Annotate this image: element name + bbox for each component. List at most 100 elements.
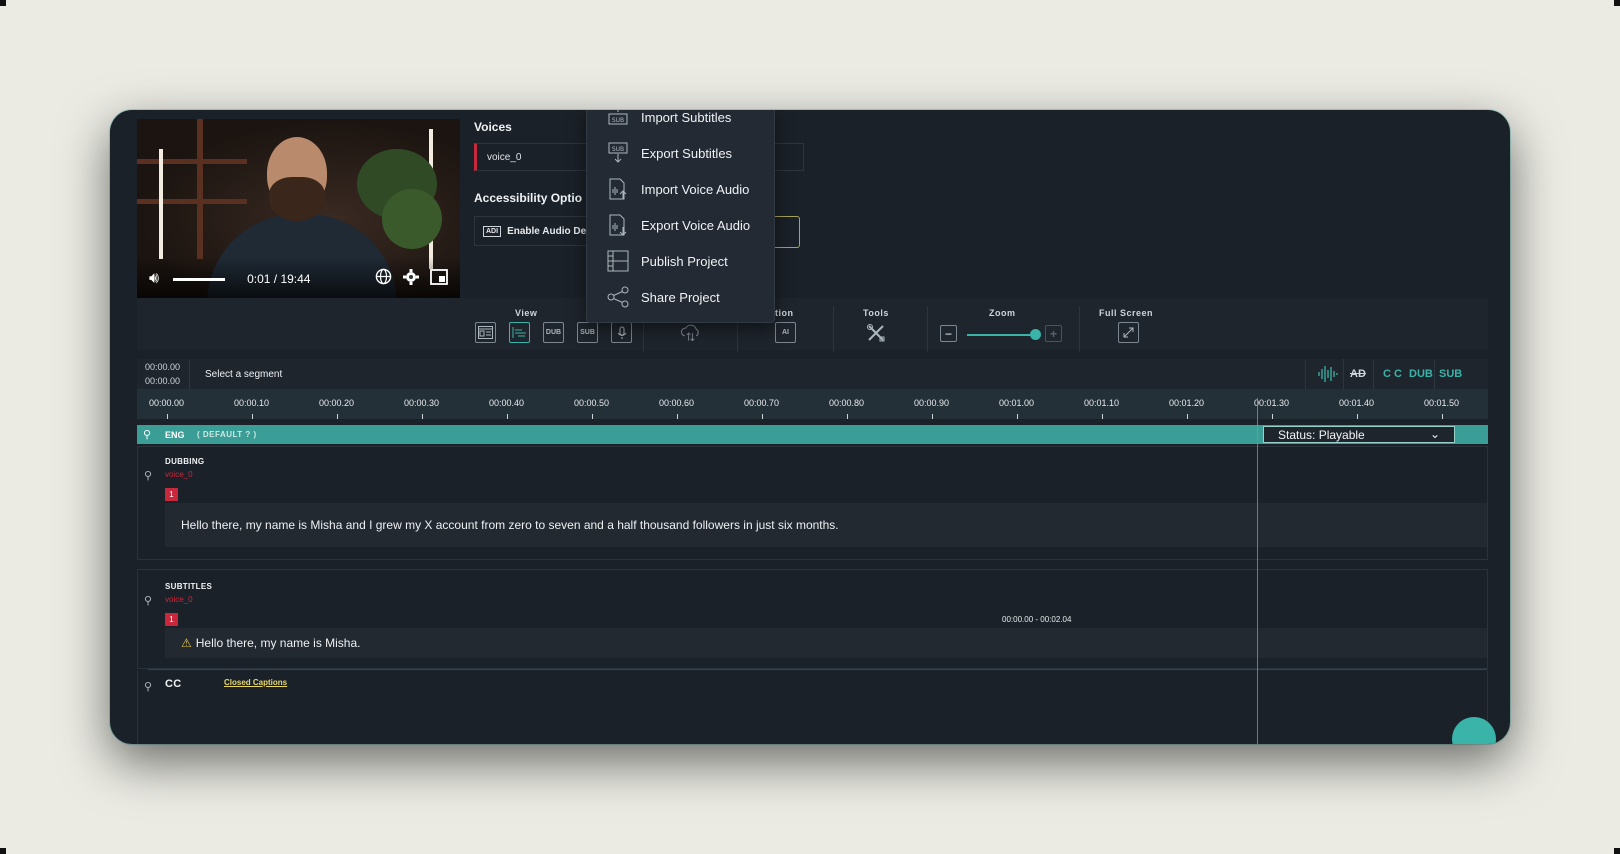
menu-item-share-project[interactable]: Share Project xyxy=(587,279,774,315)
audio-description-mode-button[interactable]: AD xyxy=(1350,368,1366,380)
menu-item-import-voice-audio[interactable]: Import Voice Audio xyxy=(587,171,774,207)
pin-icon[interactable]: ⚲ xyxy=(144,594,152,607)
volume-icon[interactable]: 🔊︎ xyxy=(149,270,159,288)
audio-description-icon: ADI xyxy=(483,225,502,237)
ruler-tick-label: 00:00.40 xyxy=(489,398,525,408)
cloud-sync-icon[interactable] xyxy=(680,322,701,343)
chevron-down-icon: ⌄ xyxy=(1429,427,1440,441)
timeline-view-icon[interactable] xyxy=(509,322,530,343)
toolbar-divider xyxy=(833,306,834,352)
dub-view-icon[interactable]: DUB xyxy=(543,322,564,343)
share-icon xyxy=(607,286,629,308)
fullscreen-label: Full Screen xyxy=(1099,308,1154,318)
segment-time-range: 00:00.00 - 00:02.04 xyxy=(1002,615,1072,624)
globe-icon[interactable] xyxy=(375,268,392,290)
corner-mark xyxy=(0,848,6,854)
menu-item-import-subtitles[interactable]: SUB Import Subtitles xyxy=(587,110,774,135)
timeline-ruler[interactable]: 00:00.00 00:00.10 00:00.20 00:00.30 00:00.40… xyxy=(137,389,1488,419)
menu-item-label: Export Voice Audio xyxy=(641,217,751,233)
export-voice-audio-icon xyxy=(609,214,627,236)
toolbar: View DUB SUB mation AI Tools Zoom − + Fu… xyxy=(137,298,1488,352)
corner-mark xyxy=(0,0,6,6)
pin-icon[interactable]: ⚲ xyxy=(144,680,152,693)
select-segment-label: Select a segment xyxy=(205,369,283,380)
sub-view-icon[interactable]: SUB xyxy=(577,322,598,343)
pin-icon[interactable]: ⚲ xyxy=(143,428,151,441)
divider xyxy=(1373,359,1374,389)
status-select[interactable]: Status: Playable ⌄ xyxy=(1263,426,1455,443)
ruler-tick-label: 00:00.30 xyxy=(404,398,440,408)
ruler-tick-label: 00:00.70 xyxy=(744,398,780,408)
tools-label: Tools xyxy=(863,308,889,318)
view-label: View xyxy=(515,308,538,318)
ruler-tick-label: 00:01.30 xyxy=(1254,398,1290,408)
sub-mode-button[interactable]: SUB xyxy=(1439,368,1462,380)
playhead[interactable] xyxy=(1257,398,1258,744)
menu-item-label: Export Subtitles xyxy=(641,145,733,161)
pin-icon[interactable]: ⚲ xyxy=(144,469,152,482)
ruler-tick-mark xyxy=(1187,414,1188,419)
segment-end-time: 00:00.00 xyxy=(145,376,181,386)
ai-icon[interactable]: AI xyxy=(775,322,796,343)
segment-start-time: 00:00.00 xyxy=(145,362,181,372)
publish-project-icon xyxy=(607,250,629,272)
ruler-tick-label: 00:00.20 xyxy=(319,398,355,408)
divider xyxy=(1305,359,1306,389)
zoom-label: Zoom xyxy=(989,308,1016,318)
subtitle-text: Hello there, my name is Misha. xyxy=(195,636,361,650)
ruler-tick-mark xyxy=(1442,414,1443,419)
default-language-badge: ( DEFAULT ? ) xyxy=(197,430,257,439)
dubbing-segment-text[interactable]: Hello there, my name is Misha and I grew… xyxy=(165,503,1487,547)
tools-icon[interactable] xyxy=(865,322,886,343)
menu-item-publish-project[interactable]: Publish Project xyxy=(587,243,774,279)
zoom-slider-handle[interactable] xyxy=(1030,329,1041,340)
volume-slider[interactable] xyxy=(173,277,226,281)
layout-view-icon[interactable] xyxy=(475,322,496,343)
waveform-icon[interactable] xyxy=(1317,365,1339,386)
ruler-tick-label: 00:01.50 xyxy=(1424,398,1460,408)
menu-item-export-subtitles[interactable]: SUB Export Subtitles xyxy=(587,135,774,171)
fullscreen-icon[interactable] xyxy=(1118,322,1139,343)
ruler-tick-mark xyxy=(507,414,508,419)
miniplayer-icon[interactable] xyxy=(430,268,448,290)
ruler-tick-mark xyxy=(167,414,168,419)
corner-mark xyxy=(1614,848,1620,854)
ruler-tick-mark xyxy=(1272,414,1273,419)
shelf-post xyxy=(197,119,203,259)
import-subtitles-icon: SUB xyxy=(608,110,628,125)
menu-item-export-voice-audio[interactable]: Export Voice Audio xyxy=(587,207,774,243)
zoom-out-button[interactable]: − xyxy=(940,325,957,342)
ruler-tick-label: 00:01.40 xyxy=(1339,398,1375,408)
settings-icon[interactable] xyxy=(402,268,420,291)
segment-bar: 00:00.00 00:00.00 Select a segment AD C … xyxy=(137,359,1488,389)
track-title: SUBTITLES xyxy=(165,582,213,591)
zoom-in-button[interactable]: + xyxy=(1045,325,1062,342)
ruler-tick-label: 00:00.80 xyxy=(829,398,865,408)
svg-text:SUB: SUB xyxy=(612,117,624,124)
status-value: Status: Playable xyxy=(1278,428,1365,442)
divider xyxy=(189,359,190,389)
segment-number-badge[interactable]: 1 xyxy=(165,613,178,626)
ruler-tick-mark xyxy=(1102,414,1103,419)
subtitle-segment-text[interactable]: ⚠ Hello there, my name is Misha. xyxy=(165,628,1487,658)
accessibility-heading: Accessibility Optio xyxy=(474,191,583,205)
video-time: 0:01 / 19:44 xyxy=(247,272,311,286)
ruler-tick-label: 00:01.20 xyxy=(1169,398,1205,408)
ruler-tick-mark xyxy=(422,414,423,419)
language-bar: ⚲ ENG ( DEFAULT ? ) Status: Playable ⌄ xyxy=(137,425,1488,444)
closed-captions-link[interactable]: Closed Captions xyxy=(224,678,287,687)
segment-number-badge[interactable]: 1 xyxy=(165,488,178,501)
ruler-tick-mark xyxy=(252,414,253,419)
shelf-board xyxy=(137,159,247,164)
dubbing-track: DUBBING ⚲ voice_0 1 Hello there, my name… xyxy=(137,446,1488,560)
closed-captions-mode-button[interactable]: C C xyxy=(1383,368,1402,380)
dub-mode-button[interactable]: DUB xyxy=(1409,368,1433,380)
menu-item-label: Import Voice Audio xyxy=(641,181,750,197)
video-player[interactable]: 🔊︎ 0:01 / 19:44 xyxy=(137,119,460,301)
zoom-slider[interactable] xyxy=(967,334,1035,336)
divider xyxy=(1434,359,1435,389)
person-beard xyxy=(269,177,325,221)
ruler-tick-mark xyxy=(677,414,678,419)
microphone-view-icon[interactable] xyxy=(611,322,632,343)
video-controls: 🔊︎ 0:01 / 19:44 xyxy=(137,257,460,301)
